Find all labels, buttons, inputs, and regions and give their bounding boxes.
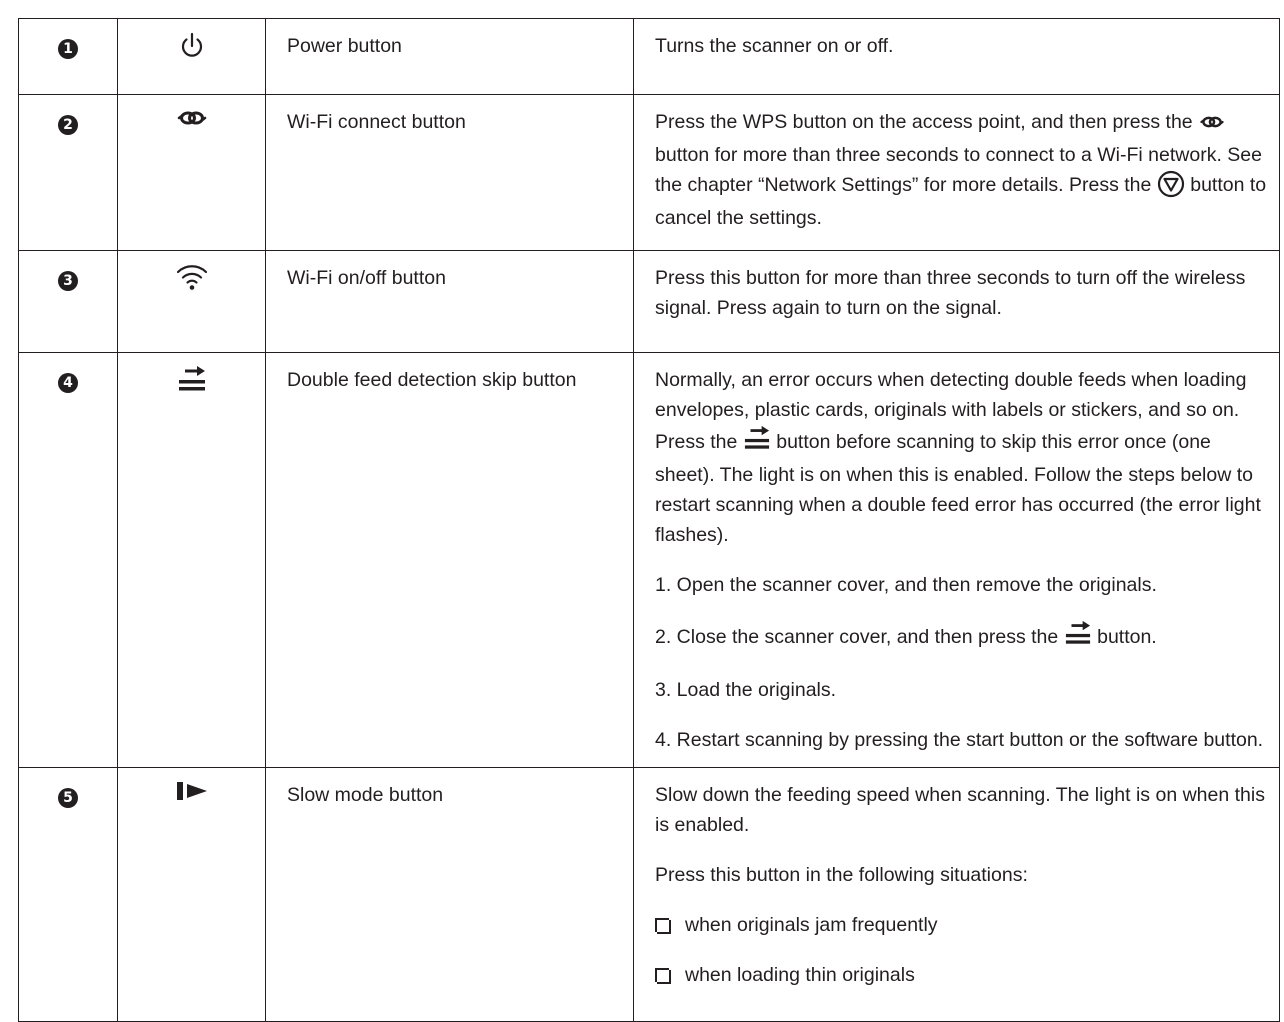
button-name: Wi-Fi connect button [265,94,634,251]
checkbox-bullet-icon [655,968,669,982]
step-2: 2. Close the scanner cover, and then pre… [655,626,1059,648]
button-reference-table: 1 Power button Turns the scanner on or o… [18,18,1280,1022]
list-item: when loading thin originals [655,960,1271,990]
button-name: Double feed detection skip button [265,352,634,768]
double-feed-skip-icon [1064,620,1092,655]
table-row: 1 Power button Turns the scanner on or o… [18,18,1280,95]
situations-intro: Press this button in the following situa… [655,864,1028,886]
step-1: 1. Open the scanner cover, and then remo… [655,574,1157,596]
button-description: Press the WPS button on the access point… [655,111,1193,133]
table-row: 4 Double feed detection skip button Norm… [18,352,1280,768]
button-name: Slow mode button [265,767,634,1022]
double-feed-skip-icon [743,425,771,460]
slow-mode-icon [175,782,209,806]
button-name: Power button [265,18,634,95]
step-2-suffix: button. [1097,626,1157,648]
button-name: Wi-Fi on/off button [265,250,634,353]
button-description: Slow down the feeding speed when scannin… [655,784,1265,836]
row-number-badge: 1 [58,39,78,59]
button-description: Turns the scanner on or off. [655,35,894,57]
checkbox-bullet-icon [655,918,669,932]
row-number-badge: 5 [58,788,78,808]
row-number-badge: 2 [58,115,78,135]
stop-icon [1157,170,1185,203]
power-icon [179,32,205,57]
wifi-connect-link-icon [1198,110,1226,140]
row-number-badge: 3 [58,271,78,291]
table-row: 3 Wi-Fi on/off button Press this button … [18,250,1280,353]
step-3: 3. Load the originals. [655,679,837,701]
row-number-badge: 4 [58,373,78,393]
wifi-icon [176,265,208,290]
button-description: Press this button for more than three se… [655,267,1246,319]
double-feed-skip-icon [177,366,207,391]
wifi-connect-link-icon [177,111,207,133]
table-row: 2 Wi-Fi connect button Press the WPS but… [18,94,1280,251]
table-row: 5 Slow mode button Slow down the feeding… [18,767,1280,1022]
step-4: 4. Restart scanning by pressing the star… [655,729,1264,751]
list-item: when originals jam frequently [655,910,1271,940]
